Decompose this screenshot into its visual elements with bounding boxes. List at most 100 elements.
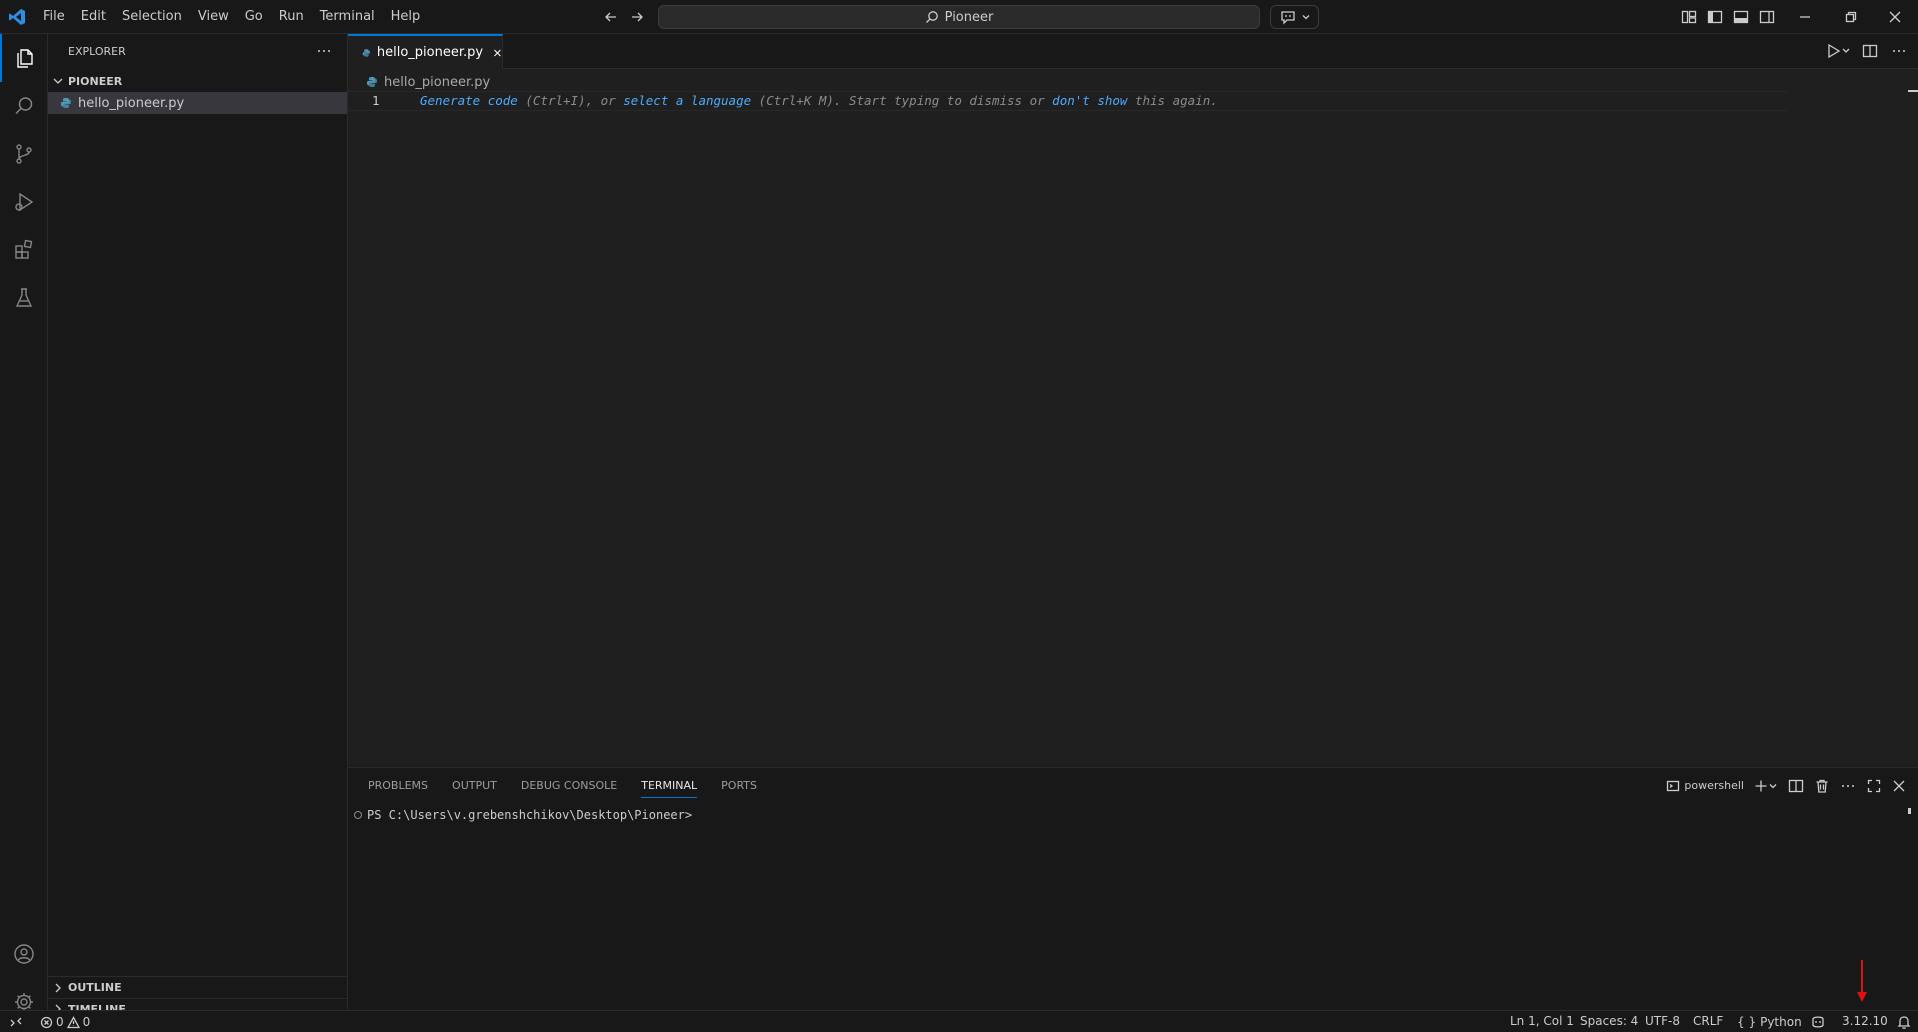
menu-run[interactable]: Run: [271, 0, 312, 34]
search-text: Pioneer: [944, 9, 994, 25]
activity-source-control[interactable]: [0, 130, 48, 178]
chevron-down-icon: [53, 78, 63, 84]
copilot-status-icon[interactable]: [1810, 1014, 1826, 1032]
close-panel-button[interactable]: [1892, 779, 1906, 793]
activity-explorer[interactable]: [0, 34, 48, 82]
toggle-panel-icon[interactable]: [1732, 8, 1750, 26]
kill-terminal-button[interactable]: [1814, 778, 1830, 794]
source-control-icon: [16, 144, 32, 164]
python-interpreter[interactable]: 3.12.10: [1842, 1011, 1888, 1032]
language-mode[interactable]: { } Python: [1737, 1011, 1802, 1032]
activity-accounts[interactable]: [0, 930, 48, 978]
python-file-icon: [362, 48, 371, 57]
activity-extensions[interactable]: [0, 226, 48, 274]
tab-debug-console[interactable]: DEBUG CONSOLE: [521, 768, 617, 803]
menu-edit[interactable]: Edit: [73, 0, 114, 34]
minimize-icon: [1800, 16, 1810, 18]
menu-help[interactable]: Help: [383, 0, 429, 34]
panel-tab-bar: PROBLEMS OUTPUT DEBUG CONSOLE TERMINAL P…: [368, 768, 781, 803]
activity-run-debug[interactable]: [0, 178, 48, 226]
breadcrumb-file: hello_pioneer.py: [384, 74, 491, 90]
trash-icon: [1816, 779, 1828, 793]
explorer-sidebar: EXPLORER PIONEER hello_pioneer.py OUTLIN…: [48, 34, 348, 1016]
tab-label: hello_pioneer.py: [376, 45, 484, 60]
menu-go[interactable]: Go: [237, 0, 271, 34]
minimize-button[interactable]: [1782, 0, 1828, 34]
remote-indicator[interactable]: [0, 1011, 32, 1032]
editor-tab-bar: hello_pioneer.py: [348, 34, 1918, 69]
file-name: hello_pioneer.py: [78, 95, 185, 111]
run-python-file-icon[interactable]: [1826, 43, 1852, 59]
problems-indicator[interactable]: 0 0: [40, 1011, 90, 1032]
account-icon: [14, 944, 34, 964]
title-bar: File Edit Selection View Go Run Terminal…: [0, 0, 1918, 34]
toggle-primary-sidebar-icon[interactable]: [1706, 8, 1724, 26]
menu-terminal[interactable]: Terminal: [312, 0, 383, 34]
overview-ruler-cursor: [1908, 90, 1918, 92]
terminal-name: powershell: [1684, 779, 1744, 792]
cursor-position[interactable]: Ln 1, Col 1: [1510, 1011, 1574, 1032]
terminal-output[interactable]: PS C:\Users\v.grebenshchikov\Desktop\Pio…: [354, 808, 692, 822]
terminal-selector[interactable]: powershell: [1666, 779, 1744, 793]
file-tree-item[interactable]: hello_pioneer.py: [48, 92, 347, 114]
back-arrow-icon[interactable]: [602, 8, 620, 26]
hint-text-2: (Ctrl+K M). Start typing to dismiss or: [751, 93, 1053, 108]
close-icon: [1893, 780, 1905, 791]
dont-show-link[interactable]: don't show: [1052, 93, 1127, 108]
chevron-right-icon: [55, 983, 61, 992]
encoding[interactable]: UTF-8: [1645, 1011, 1680, 1032]
hint-text-3: this again.: [1127, 93, 1218, 108]
terminal-scrollbar[interactable]: [1908, 808, 1911, 814]
close-window-button[interactable]: [1872, 0, 1918, 34]
notifications-bell-icon[interactable]: [1896, 1014, 1912, 1032]
new-terminal-button[interactable]: [1754, 779, 1778, 793]
toggle-secondary-sidebar-icon[interactable]: [1758, 8, 1776, 26]
editor-line[interactable]: 1 Generate code (Ctrl+I), or select a la…: [348, 91, 1788, 111]
line-ending[interactable]: CRLF: [1693, 1011, 1723, 1032]
folder-section-header[interactable]: PIONEER: [48, 70, 348, 92]
split-editor-icon[interactable]: [1862, 43, 1878, 59]
menu-view[interactable]: View: [190, 0, 237, 34]
indentation[interactable]: Spaces: 4: [1580, 1011, 1638, 1032]
generate-code-link[interactable]: Generate code: [420, 93, 518, 108]
restore-button[interactable]: [1828, 0, 1874, 34]
status-bar: 0 0 Ln 1, Col 1 Spaces: 4 UTF-8 CRLF { }…: [0, 1010, 1918, 1032]
menu-bar: File Edit Selection View Go Run Terminal…: [35, 0, 428, 34]
select-language-link[interactable]: select a language: [623, 93, 751, 108]
search-icon: [925, 11, 938, 23]
sidebar-title: EXPLORER: [68, 45, 126, 58]
menu-file[interactable]: File: [35, 0, 73, 34]
split-terminal-button[interactable]: [1788, 778, 1804, 794]
activity-bar: [0, 34, 48, 1011]
editor-tab-hello-pioneer[interactable]: hello_pioneer.py: [348, 34, 503, 69]
editor-more-actions-icon[interactable]: [1891, 43, 1907, 59]
tab-output[interactable]: OUTPUT: [452, 768, 497, 803]
command-center-search[interactable]: Pioneer: [658, 5, 1260, 29]
tab-problems[interactable]: PROBLEMS: [368, 768, 428, 803]
tab-terminal[interactable]: TERMINAL: [641, 768, 698, 798]
terminal-icon: [1667, 780, 1680, 791]
maximize-icon: [1867, 779, 1881, 792]
menu-selection[interactable]: Selection: [114, 0, 190, 34]
warning-count: 0: [82, 1015, 91, 1029]
activity-search[interactable]: [0, 82, 48, 130]
customize-layout-icon[interactable]: [1680, 8, 1698, 26]
copilot-chat-button[interactable]: [1270, 5, 1319, 29]
breadcrumb[interactable]: hello_pioneer.py: [366, 71, 490, 93]
panel-more-actions-icon[interactable]: [1840, 778, 1856, 794]
forward-arrow-icon[interactable]: [628, 8, 646, 26]
error-icon: [40, 1016, 53, 1028]
maximize-panel-button[interactable]: [1866, 778, 1882, 794]
explorer-more-actions-icon[interactable]: [316, 43, 332, 59]
error-count: 0: [56, 1015, 64, 1029]
activity-testing[interactable]: [0, 274, 48, 322]
extensions-icon: [15, 239, 33, 259]
bottom-panel: PROBLEMS OUTPUT DEBUG CONSOLE TERMINAL P…: [348, 767, 1918, 1010]
line-number: 1: [372, 93, 380, 108]
outline-section-header[interactable]: OUTLINE: [48, 976, 348, 998]
vscode-logo-icon: [8, 8, 26, 26]
annotation-arrow-icon: [1856, 958, 1868, 1004]
tab-ports[interactable]: PORTS: [721, 768, 757, 803]
close-tab-icon[interactable]: [493, 47, 502, 59]
plus-icon: [1755, 780, 1767, 791]
